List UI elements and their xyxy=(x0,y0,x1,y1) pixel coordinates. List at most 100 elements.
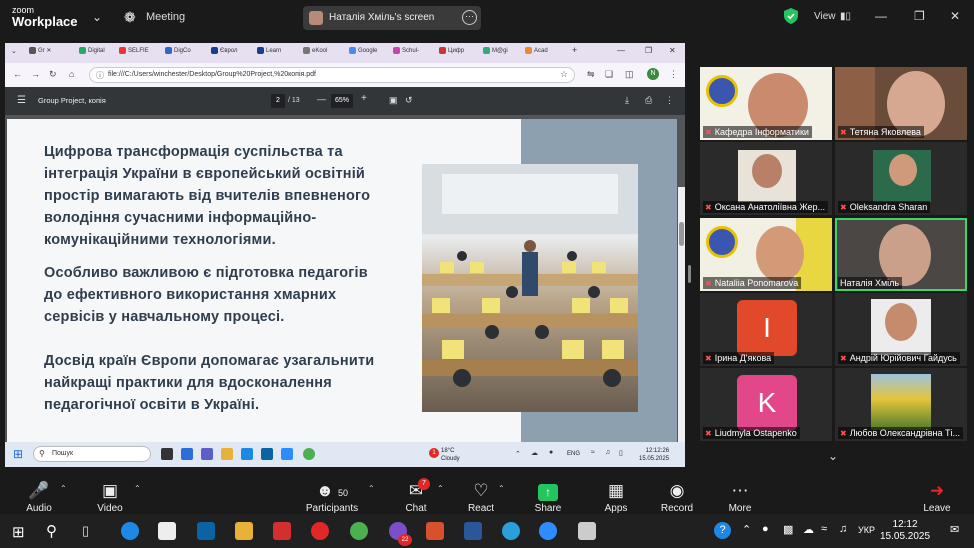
screen-share-indicator[interactable]: Наталія Хміль's screen ⋯ xyxy=(303,6,481,30)
battery-icon[interactable]: ▯ xyxy=(619,449,623,457)
browser-tab[interactable]: DigCo xyxy=(165,47,191,61)
browser-tab[interactable]: Acad xyxy=(525,47,548,61)
audio-options-icon[interactable]: ⌃ xyxy=(60,484,67,493)
file-explorer-icon[interactable] xyxy=(235,522,253,540)
page-number-input[interactable]: 2 xyxy=(271,94,285,108)
new-tab-icon[interactable]: + xyxy=(572,45,577,59)
back-icon[interactable]: ← xyxy=(13,69,22,79)
fit-page-icon[interactable]: ▣ xyxy=(389,95,398,106)
outlook-icon[interactable] xyxy=(261,448,273,460)
pdf-scrollbar[interactable] xyxy=(678,187,685,467)
edge-icon[interactable] xyxy=(121,522,139,540)
apps-button[interactable]: ▦ Apps xyxy=(602,481,630,514)
telegram-icon[interactable] xyxy=(502,522,520,540)
task-view-icon[interactable] xyxy=(161,448,173,460)
browser-menu-icon[interactable]: ⋮ xyxy=(669,69,678,80)
chat-options-icon[interactable]: ⌃ xyxy=(437,484,444,493)
scrollbar-thumb[interactable] xyxy=(679,222,684,246)
language-indicator[interactable]: ENG xyxy=(567,451,580,457)
volume-icon[interactable]: ♫ xyxy=(839,523,847,535)
browser-tab[interactable]: Learn xyxy=(257,47,281,61)
wifi-icon[interactable]: ≈ xyxy=(591,449,595,456)
help-icon[interactable]: ? xyxy=(714,522,731,539)
pdf-viewport[interactable]: Цифрова трансформація суспільства та інт… xyxy=(5,115,685,467)
encryption-shield-icon[interactable] xyxy=(784,8,798,24)
download-icon[interactable]: ⤓ xyxy=(625,95,629,106)
split-icon[interactable]: ◫ xyxy=(625,69,634,80)
meeting-label[interactable]: Meeting xyxy=(146,11,185,23)
explorer-icon[interactable] xyxy=(221,448,233,460)
extensions-icon[interactable]: ❏ xyxy=(605,69,613,80)
participant-tile[interactable]: ✖ Андрій Юрійович Гайдусь xyxy=(835,293,967,366)
notepad-icon[interactable] xyxy=(578,522,596,540)
chrome-icon[interactable] xyxy=(303,448,315,460)
participant-tile[interactable]: I ✖ Ірина Д'якова xyxy=(700,293,832,366)
inner-clock[interactable]: 12:12:26 15.05.2025 xyxy=(639,447,669,463)
chevron-down-icon[interactable]: ⌄ xyxy=(92,10,102,24)
cloud-icon[interactable]: ☁ xyxy=(531,449,538,457)
browser-tab[interactable]: Google xyxy=(349,47,377,61)
mic-icon[interactable]: ● xyxy=(549,449,553,456)
windows-start-icon[interactable]: ⊞ xyxy=(13,447,23,461)
participant-tile[interactable]: ✖ Тетяна Яковлева xyxy=(835,67,967,140)
acrobat-icon[interactable] xyxy=(273,522,291,540)
more-icon[interactable]: ⋮ xyxy=(665,95,674,106)
mic-icon[interactable]: ● xyxy=(762,523,769,535)
notifications-icon[interactable]: ✉ xyxy=(950,523,959,536)
participants-button[interactable]: ☻ 50 Participants xyxy=(305,481,359,514)
more-options-icon[interactable]: ⋯ xyxy=(462,10,477,25)
info-icon[interactable]: ⓘ xyxy=(96,70,104,81)
panel-resize-handle[interactable] xyxy=(688,265,691,283)
browser-tab[interactable]: Schul- xyxy=(393,47,419,61)
outlook-icon[interactable] xyxy=(197,522,215,540)
windows-start-icon[interactable]: ⊞ xyxy=(12,523,25,541)
chrome-icon[interactable] xyxy=(350,522,368,540)
participant-tile[interactable]: ✖ Nataliia Ponomarova xyxy=(700,218,832,291)
bookmark-star-icon[interactable]: ☆ xyxy=(560,69,568,80)
tray-chevron-icon[interactable]: ⌃ xyxy=(742,523,751,536)
restore-icon[interactable]: ❐ xyxy=(645,46,652,60)
zoom-app-icon[interactable] xyxy=(539,522,557,540)
profile-avatar[interactable]: N xyxy=(647,68,659,80)
store-icon[interactable] xyxy=(241,448,253,460)
participant-tile[interactable]: ✖ Оксана Анатоліївна Жер... xyxy=(700,142,832,215)
task-view-icon[interactable]: ▯ xyxy=(82,523,89,539)
audio-button[interactable]: 🎤 Audio xyxy=(24,481,54,514)
cloud-icon[interactable]: ☁ xyxy=(803,523,814,536)
browser-tab[interactable]: Єврол xyxy=(211,47,238,61)
print-icon[interactable]: ⎙ xyxy=(645,95,652,106)
hamburger-menu-icon[interactable]: ☰ xyxy=(17,95,26,106)
browser-tab[interactable]: M@gi xyxy=(483,47,508,61)
address-bar[interactable]: ⓘ file:///C:/Users/winchester/Desktop/Gr… xyxy=(89,67,575,83)
close-icon[interactable]: ✕ xyxy=(669,46,676,60)
zoom-level-input[interactable]: 65% xyxy=(331,94,353,108)
store-icon[interactable] xyxy=(158,522,176,540)
home-icon[interactable]: ⌂ xyxy=(69,69,74,79)
react-button[interactable]: ♡ React xyxy=(466,481,496,514)
reload-icon[interactable]: ↻ xyxy=(49,69,57,80)
zoom-app-icon[interactable] xyxy=(281,448,293,460)
video-button[interactable]: ▣ Video xyxy=(95,481,125,514)
weather-widget[interactable]: 1 18°C Cloudy xyxy=(429,447,460,463)
participant-tile[interactable]: ✖ Кафедра Інформатики xyxy=(700,67,832,140)
teams-icon[interactable] xyxy=(201,448,213,460)
zoom-out-icon[interactable]: — xyxy=(317,94,326,104)
participant-tile[interactable]: K ✖ Liudmyla Ostapenko xyxy=(700,368,832,441)
rotate-icon[interactable]: ↺ xyxy=(405,95,413,106)
browser-tab[interactable]: Digital xyxy=(79,47,105,61)
zoom-in-icon[interactable]: + xyxy=(361,93,367,104)
leave-button[interactable]: ➜ Leave xyxy=(922,481,952,514)
gallery-next-page-icon[interactable]: ⌄ xyxy=(828,449,838,463)
wifi-icon[interactable]: ≈ xyxy=(821,523,827,535)
share-button[interactable]: ↑ Share xyxy=(533,481,563,514)
word-icon[interactable] xyxy=(464,522,482,540)
forward-icon[interactable]: → xyxy=(31,69,40,79)
meeting-icon[interactable]: ❁ xyxy=(124,9,136,26)
restore-icon[interactable]: ❐ xyxy=(914,9,925,23)
taskbar-clock[interactable]: 12:12 15.05.2025 xyxy=(880,519,930,543)
participants-options-icon[interactable]: ⌃ xyxy=(368,484,375,493)
video-options-icon[interactable]: ⌃ xyxy=(134,484,141,493)
language-indicator[interactable]: УКР xyxy=(858,525,875,535)
minimize-icon[interactable]: — xyxy=(617,46,625,60)
translate-icon[interactable]: ⇋ xyxy=(587,69,595,80)
